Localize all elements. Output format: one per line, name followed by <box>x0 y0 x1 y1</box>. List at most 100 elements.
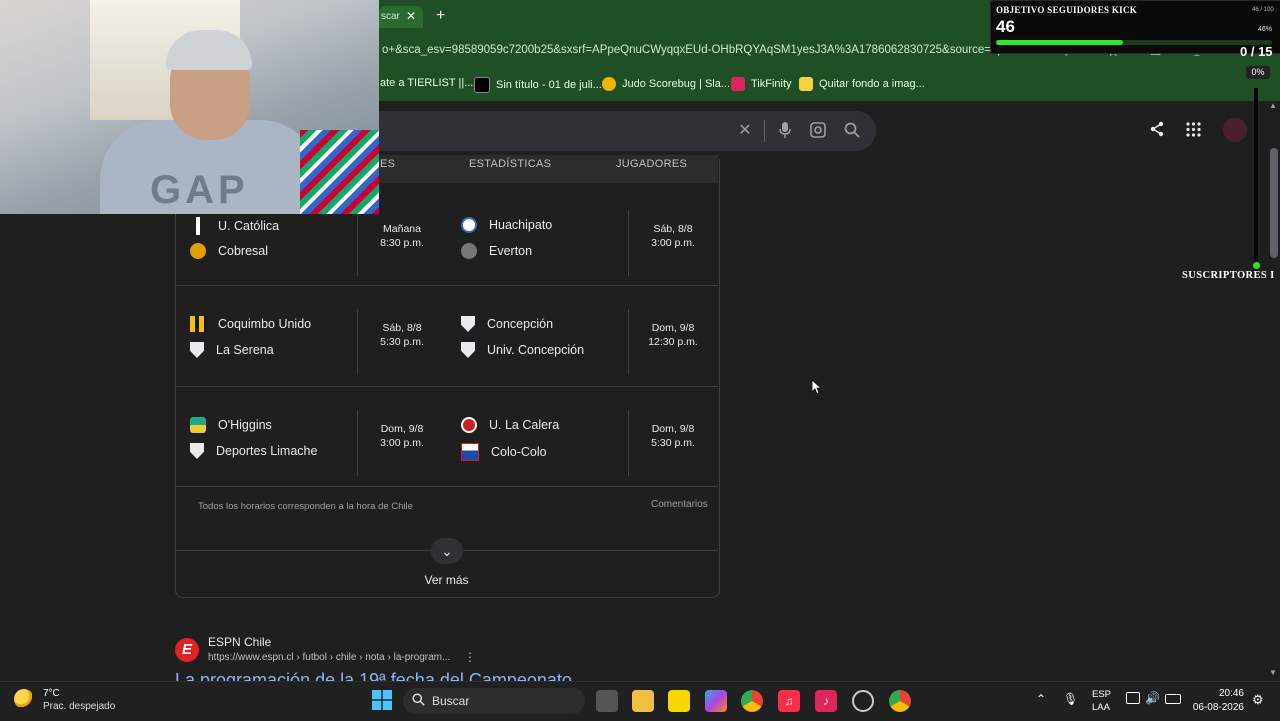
shield-icon <box>461 316 475 332</box>
team-crest-icon <box>190 243 206 259</box>
shield-icon <box>461 342 475 358</box>
microphone-icon[interactable] <box>776 122 794 140</box>
team-crest-icon <box>461 217 477 233</box>
divider <box>175 285 718 286</box>
language-top[interactable]: ESP <box>1092 689 1111 700</box>
match-time: Dom, 9/8 3:00 p.m. <box>357 410 446 476</box>
match-time: Sáb, 8/8 5:30 p.m. <box>357 309 446 375</box>
notification-icon[interactable]: ⚙ <box>1252 692 1264 708</box>
bookmark-item[interactable]: Sin título - 01 de juli... <box>474 77 602 93</box>
scroll-up-icon[interactable]: ▲ <box>1269 101 1277 110</box>
subs-progress-track <box>1254 88 1258 264</box>
share-icon[interactable] <box>1149 121 1165 142</box>
kick-goal-fraction: 46 / 100 <box>1252 7 1274 13</box>
team-home: U. La Calera <box>461 417 559 433</box>
team-crest-icon <box>190 417 206 433</box>
match-row[interactable]: Concepción Univ. Concepción Dom, 9/8 12:3… <box>447 287 717 387</box>
tab-jugadores[interactable]: JUGADORES <box>616 158 687 170</box>
bookmark-label: Quitar fondo a imag... <box>819 78 925 90</box>
kick-progress-fill <box>996 40 1123 45</box>
team-away: La Serena <box>190 342 274 358</box>
team-away: Colo-Colo <box>461 443 547 461</box>
lens-icon[interactable] <box>809 122 827 140</box>
team-home: Coquimbo Unido <box>190 316 311 332</box>
see-more-button[interactable]: Ver más <box>175 573 718 587</box>
windows-start-icon[interactable] <box>372 690 392 715</box>
team-crest-icon <box>461 443 479 461</box>
team-crest-icon <box>461 243 477 259</box>
shield-icon <box>190 342 204 358</box>
chrome-icon[interactable] <box>741 690 763 712</box>
bookmark-item[interactable]: TikFinity <box>731 77 792 91</box>
search-icon[interactable] <box>843 122 861 140</box>
clock-time[interactable]: 20:46 <box>1206 688 1244 699</box>
tab-title: scar <box>381 11 400 22</box>
taskbar-search-label: Buscar <box>432 694 470 708</box>
match-row[interactable]: O'Higgins Deportes Limache Dom, 9/8 3:00 … <box>176 388 446 488</box>
sticky-notes-icon[interactable] <box>668 690 690 712</box>
tab-close-icon[interactable]: ✕ <box>406 9 416 23</box>
scrollbar-thumb[interactable] <box>1270 148 1278 258</box>
new-tab-button[interactable]: + <box>436 7 445 25</box>
bookmark-item[interactable]: Judo Scorebug | Sla... <box>602 77 730 91</box>
match-row[interactable]: Coquimbo Unido La Serena Sáb, 8/8 5:30 p.… <box>176 287 446 387</box>
espn-logo: E <box>175 638 199 662</box>
bookmark-app-icon <box>474 77 490 93</box>
kick-goal-count: 46 <box>996 17 1015 36</box>
bookmark-label: ate a TIERLIST ||... <box>380 77 474 89</box>
team-home: Huachipato <box>461 217 552 233</box>
avatar[interactable] <box>1223 118 1247 142</box>
team-crest-icon <box>461 417 477 433</box>
tab-partidos[interactable]: ES <box>380 158 395 170</box>
clear-search-icon[interactable]: ✕ <box>736 122 754 140</box>
weather-desc[interactable]: Prac. despejado <box>43 701 115 712</box>
bookmark-item[interactable]: Quitar fondo a imag... <box>799 77 925 91</box>
tab-estadisticas[interactable]: ESTADÍSTICAS <box>469 158 551 170</box>
team-home: O'Higgins <box>190 417 272 433</box>
horseshoe-icon <box>602 77 616 91</box>
tiktok-icon[interactable]: ♪ <box>815 690 837 712</box>
network-icon[interactable] <box>1126 692 1140 704</box>
chevron-down-icon[interactable]: ⌄ <box>431 538 463 564</box>
music-icon[interactable]: ♫ <box>778 690 800 712</box>
more-options-icon[interactable]: ⋮ <box>464 650 476 664</box>
team-home: U. Católica <box>190 217 279 235</box>
taskbar-search[interactable] <box>403 688 585 714</box>
weather-temp[interactable]: 7°C <box>43 688 60 699</box>
match-row[interactable]: U. La Calera Colo-Colo Dom, 9/8 5:30 p.m. <box>447 388 717 488</box>
language-bottom[interactable]: LAA <box>1092 702 1110 713</box>
match-time: Mañana 8:30 p.m. <box>357 210 446 276</box>
app-icon[interactable] <box>852 690 874 712</box>
divider <box>175 386 718 387</box>
bookmark-label: Sin título - 01 de juli... <box>496 79 602 91</box>
shield-icon <box>190 443 204 459</box>
scroll-down-icon[interactable]: ▼ <box>1269 668 1277 677</box>
match-time: Sáb, 8/8 3:00 p.m. <box>628 210 717 276</box>
team-away: Everton <box>461 243 532 259</box>
microphone-icon[interactable]: 🎙 <box>1063 692 1078 706</box>
chrome-active-icon[interactable] <box>889 690 911 712</box>
apps-grid-icon[interactable] <box>1186 122 1201 142</box>
result-site-name[interactable]: ESPN Chile <box>208 635 271 649</box>
match-time: Dom, 9/8 12:30 p.m. <box>628 309 717 375</box>
webcam-overlay: GAP <box>0 0 379 214</box>
weather-icon[interactable] <box>14 689 34 709</box>
battery-icon[interactable] <box>1165 694 1181 704</box>
copilot-icon[interactable] <box>705 690 727 712</box>
subs-goal-fraction: 0 / 15 <box>1240 44 1273 59</box>
comments-link[interactable]: Comentarios <box>651 499 708 510</box>
search-icon <box>412 693 425 711</box>
clock-date[interactable]: 06-08-2026 <box>1192 702 1244 713</box>
file-explorer-icon[interactable] <box>632 690 654 712</box>
mouse-cursor-icon <box>812 380 822 395</box>
result-url[interactable]: https://www.espn.cl › futbol › chile › n… <box>208 652 450 663</box>
chevron-up-icon[interactable]: ⌃ <box>1036 692 1046 706</box>
volume-icon[interactable]: 🔊 <box>1145 691 1160 705</box>
bookmark-item[interactable]: ate a TIERLIST ||... <box>380 77 473 89</box>
team-away: Cobresal <box>190 243 268 259</box>
team-crest-icon <box>196 217 200 235</box>
subs-goal-percent: 0% <box>1246 66 1270 79</box>
task-view-icon[interactable] <box>596 690 618 712</box>
match-row[interactable]: Huachipato Everton Sáb, 8/8 3:00 p.m. <box>447 186 717 286</box>
divider <box>764 120 765 142</box>
